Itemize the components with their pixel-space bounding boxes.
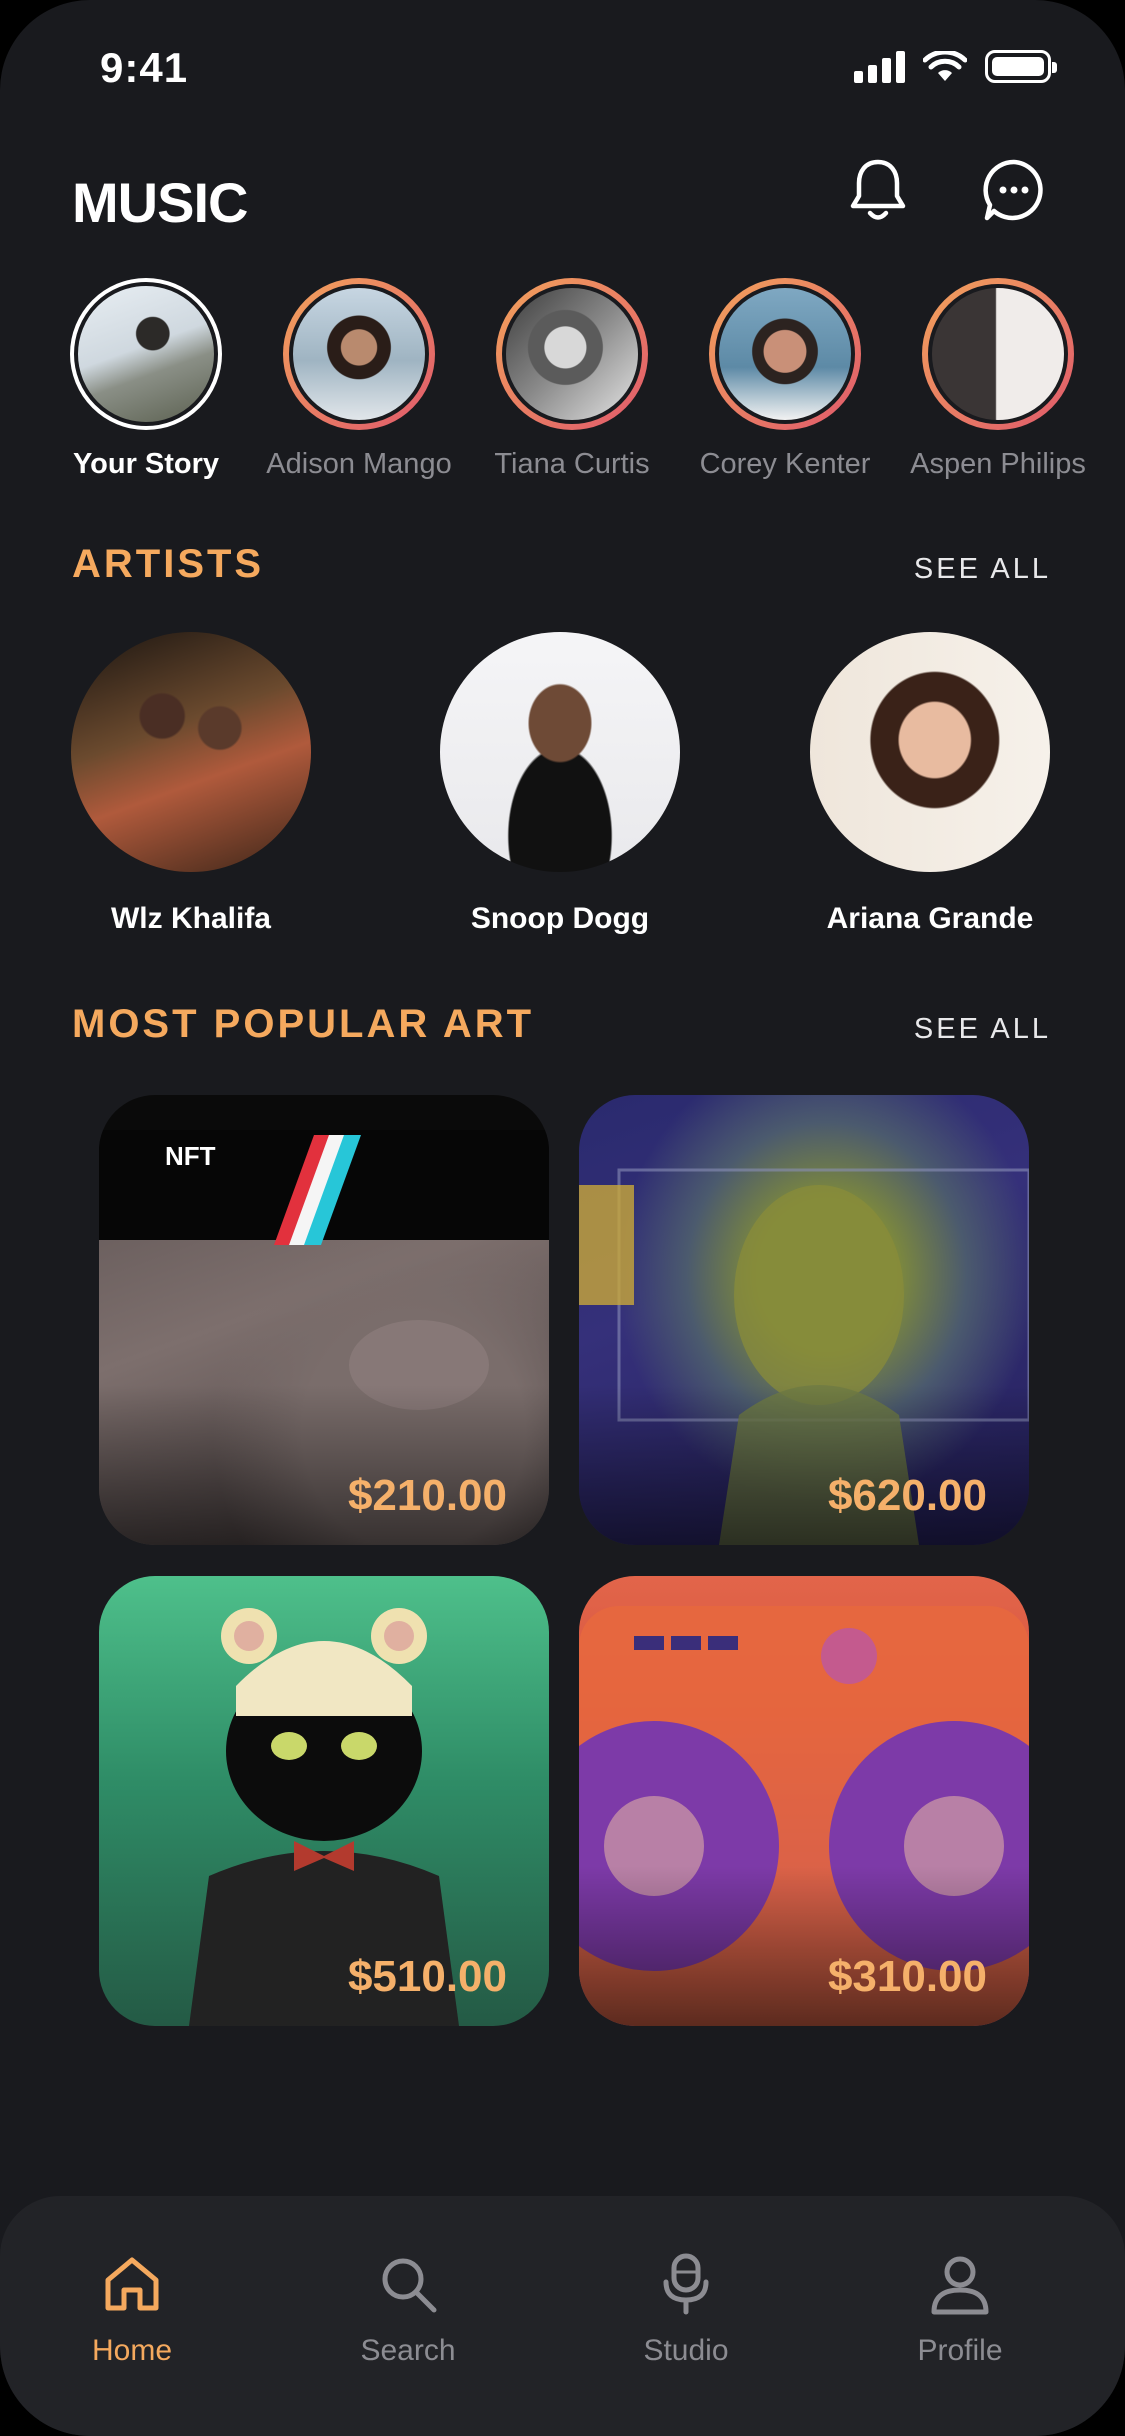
- notification-button[interactable]: [840, 152, 916, 228]
- story-ring: [922, 278, 1074, 430]
- story-item-adison-mango[interactable]: Adison Mango: [259, 278, 459, 481]
- search-icon: [382, 2258, 437, 2313]
- art-card[interactable]: $310.00: [579, 1576, 1029, 2026]
- story-name: Adison Mango: [266, 448, 452, 480]
- art-section-title: MOST POPULAR ART: [72, 1002, 535, 1046]
- chat-bubble-icon: [983, 159, 1043, 221]
- art-card[interactable]: $620.00: [579, 1095, 1029, 1545]
- artist-name: Snoop Dogg: [470, 902, 650, 935]
- nav-item-profile[interactable]: Profile: [860, 2252, 1060, 2368]
- stories-row: Your Story Adison Mango Tiana Curtis Cor…: [0, 278, 1125, 488]
- art-price: $620.00: [827, 1471, 987, 1520]
- status-icons: [854, 50, 1057, 83]
- phone-screen: 9:41 MUSIC Your Story Adison Mango Tiana…: [0, 0, 1125, 2436]
- status-time: 9:41: [100, 44, 189, 91]
- artist-name: Ariana Grande: [826, 902, 1034, 935]
- nav-label: Profile: [917, 2334, 1003, 2367]
- user-icon: [931, 2256, 989, 2315]
- artists-section-title: ARTISTS: [72, 542, 265, 586]
- story-avatar: [928, 284, 1068, 424]
- artist-card[interactable]: Wlz Khalifa: [61, 632, 321, 936]
- art-price: $510.00: [347, 1952, 507, 2001]
- microphone-icon: [663, 2253, 709, 2315]
- art-see-all-link[interactable]: SEE ALL: [914, 1013, 1051, 1046]
- home-icon: [105, 2257, 159, 2311]
- story-ring: [283, 278, 435, 430]
- story-avatar: [289, 284, 429, 424]
- story-name: Corey Kenter: [699, 448, 871, 480]
- card-shade: [99, 1385, 549, 1545]
- nav-item-home[interactable]: Home: [32, 2252, 232, 2368]
- artist-card[interactable]: Snoop Dogg: [430, 632, 690, 936]
- artist-card[interactable]: Ariana Grande: [800, 632, 1060, 936]
- wifi-icon: [923, 50, 967, 81]
- story-avatar: [74, 282, 218, 426]
- story-item-aspen-philips[interactable]: Aspen Philips: [898, 278, 1098, 481]
- art-price: $310.00: [827, 1952, 987, 2001]
- story-item-tiana-curtis[interactable]: Tiana Curtis: [472, 278, 672, 481]
- artist-name: Wlz Khalifa: [110, 902, 271, 935]
- artist-photo: [810, 632, 1050, 872]
- story-ring: [709, 278, 861, 430]
- story-ring: [496, 278, 648, 430]
- card-shade: [579, 1385, 1029, 1545]
- nav-label: Search: [360, 2334, 456, 2367]
- bottom-nav: Home Search Studio Profile: [0, 2196, 1125, 2436]
- story-name: Aspen Philips: [910, 448, 1086, 480]
- signal-icon: [854, 50, 905, 83]
- story-avatar: [715, 284, 855, 424]
- card-shade: [579, 1866, 1029, 2026]
- battery-icon: [985, 50, 1057, 83]
- nav-item-studio[interactable]: Studio: [586, 2252, 786, 2368]
- bell-icon: [850, 159, 906, 220]
- artist-photo: [440, 632, 680, 872]
- artists-see-all-link[interactable]: SEE ALL: [914, 553, 1051, 586]
- story-name: Tiana Curtis: [494, 448, 650, 480]
- story-item-your-story[interactable]: Your Story: [46, 278, 246, 481]
- story-avatar: [502, 284, 642, 424]
- art-card[interactable]: NFT $210.00: [99, 1095, 549, 1545]
- story-name: Your Story: [72, 448, 220, 480]
- svg-text:NFT: NFT: [165, 1141, 216, 1171]
- nav-item-search[interactable]: Search: [308, 2252, 508, 2368]
- artist-photo: [71, 632, 311, 872]
- art-price: $210.00: [347, 1471, 507, 1520]
- nav-label: Studio: [643, 2334, 729, 2367]
- story-item-corey-kenter[interactable]: Corey Kenter: [685, 278, 885, 481]
- art-card[interactable]: $510.00: [99, 1576, 549, 2026]
- story-ring: [70, 278, 222, 430]
- nav-label: Home: [91, 2334, 173, 2367]
- chat-button[interactable]: [976, 152, 1052, 228]
- page-title: MUSIC: [72, 171, 248, 234]
